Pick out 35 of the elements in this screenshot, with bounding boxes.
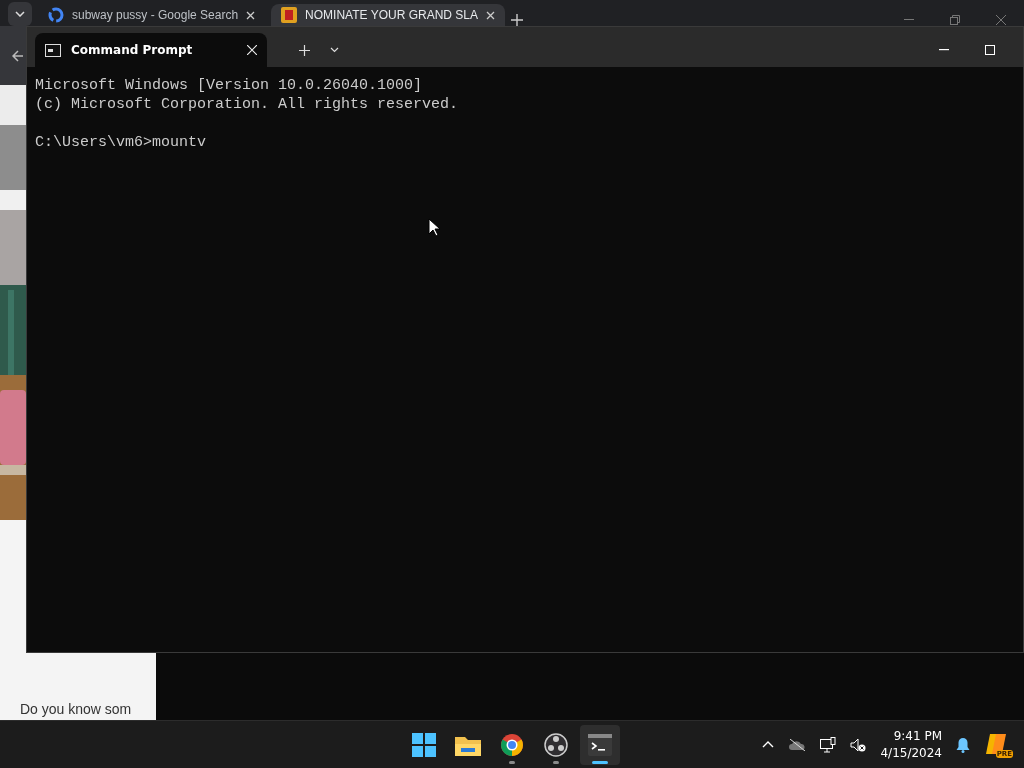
browser-tab[interactable]: NOMINATE YOUR GRAND SLA (271, 4, 505, 26)
speaker-muted-icon[interactable] (850, 737, 867, 752)
mouse-cursor-icon (428, 218, 440, 237)
back-arrow-icon[interactable] (12, 49, 24, 62)
chrome-icon[interactable] (500, 732, 524, 757)
restore-icon[interactable] (950, 15, 960, 25)
clock[interactable]: 9:41 PM 4/15/2024 (880, 727, 942, 762)
tab-list-button[interactable] (8, 2, 32, 26)
running-indicator (509, 760, 515, 764)
dropdown-icon[interactable] (329, 47, 339, 53)
terminal-tab[interactable]: Command Prompt (35, 33, 267, 67)
paragraph-text: Do you know som (20, 701, 132, 717)
running-indicator (553, 760, 559, 764)
close-icon[interactable] (246, 10, 256, 20)
browser-tab[interactable]: subway pussy - Google Search (38, 4, 266, 26)
maximize-icon[interactable] (985, 45, 995, 55)
terminal-icon[interactable] (588, 733, 612, 756)
close-icon[interactable] (486, 10, 495, 20)
running-indicator (592, 760, 608, 764)
chevron-up-icon[interactable] (762, 741, 775, 748)
windows-start-icon[interactable] (412, 732, 436, 757)
new-tab-icon[interactable] (298, 44, 310, 56)
cloud-off-icon[interactable] (788, 738, 807, 751)
site-logo-icon (281, 7, 298, 23)
network-icon[interactable] (820, 736, 837, 753)
console-line: (c) Microsoft Corporation. All rights reserved. (35, 95, 460, 114)
minimize-icon[interactable] (904, 19, 914, 21)
obs-icon[interactable] (544, 732, 568, 757)
chevron-down-icon (15, 11, 25, 17)
command-prompt-icon (45, 43, 61, 57)
minimize-icon[interactable] (939, 49, 949, 51)
bell-icon[interactable] (956, 736, 970, 753)
console-line: Microsoft Windows [Version 10.0.26040.1000] (35, 76, 424, 95)
new-tab-icon[interactable] (511, 14, 523, 26)
console-line: C:\Users\vm6>mountv (35, 133, 208, 152)
